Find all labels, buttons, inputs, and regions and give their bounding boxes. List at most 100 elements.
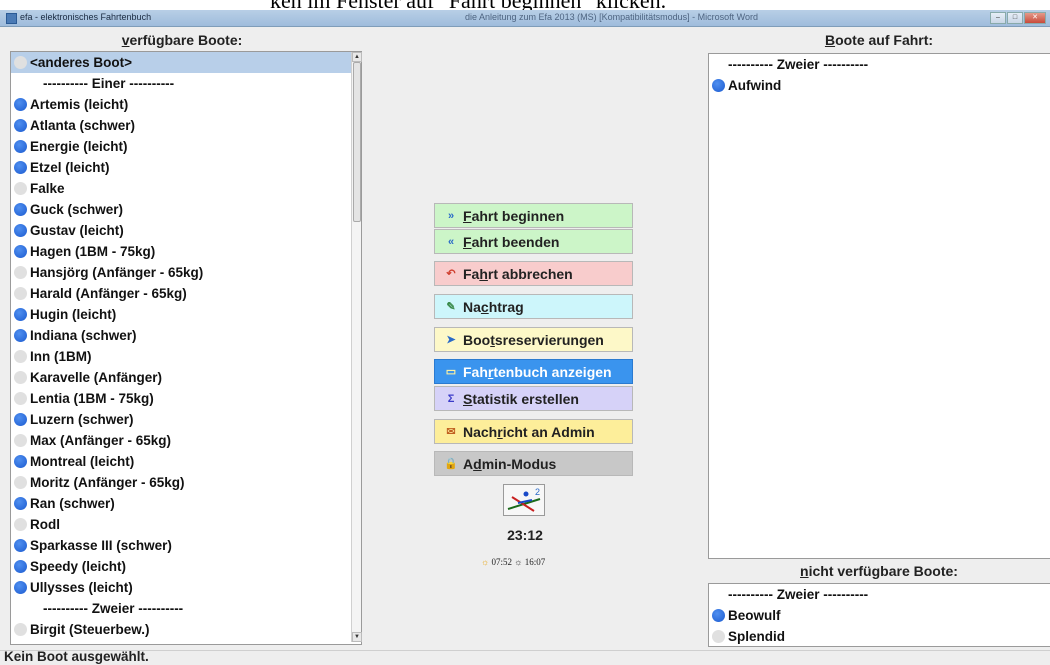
- app-icon: [6, 13, 17, 24]
- unavailable-boats-header: nicht verfügbare Boote:: [708, 563, 1050, 579]
- boat-label: Birgit (Steuerbew.): [30, 622, 150, 637]
- reservations-button[interactable]: ➤ Bootsreservierungen: [434, 327, 633, 352]
- boat-list-item[interactable]: Beowulf: [709, 605, 1050, 626]
- window-titlebar[interactable]: efa - elektronisches Fahrtenbuch die Anl…: [0, 10, 1050, 27]
- boat-list-item[interactable]: Splendid: [709, 626, 1050, 646]
- boat-list-item[interactable]: Luzern (schwer): [11, 409, 361, 430]
- button-label-suffix: htrag: [488, 298, 524, 315]
- boat-label: ---------- Einer ----------: [43, 76, 175, 91]
- sunset-icon: ☼: [514, 557, 523, 567]
- button-label: Fahrt beenden: [463, 234, 559, 250]
- message-admin-button[interactable]: ✉ Nachricht an Admin: [434, 419, 633, 444]
- boat-list-item[interactable]: Lentia (1BM - 75kg): [11, 388, 361, 409]
- boat-label: Hugin (leicht): [30, 307, 117, 322]
- button-label-suffix: sreservierungen: [494, 331, 604, 348]
- boat-available-dot-icon: [14, 161, 27, 174]
- boat-available-dot-icon: [14, 119, 27, 132]
- scroll-down-icon[interactable]: ▼: [352, 632, 362, 642]
- boat-available-dot-icon: [14, 455, 27, 468]
- boat-list-item[interactable]: Atlanta (schwer): [11, 115, 361, 136]
- boat-status-dot-icon: [14, 182, 27, 195]
- envelope-icon: ✉: [446, 426, 456, 438]
- abort-trip-button[interactable]: ↶ Fahrt abbrechen: [434, 261, 633, 286]
- status-text: Kein Boot ausgewählt.: [4, 649, 149, 664]
- maximize-icon[interactable]: □: [1007, 12, 1023, 24]
- boat-list-item[interactable]: Karavelle (Anfänger): [11, 367, 361, 388]
- boat-list-item[interactable]: Falke: [11, 178, 361, 199]
- statistics-button[interactable]: Σ Statistik erstellen: [434, 386, 633, 411]
- boat-list-item[interactable]: <anderes Boot>: [11, 52, 361, 73]
- unavailable-boats-list[interactable]: ---------- Zweier ---------- Beowulf Splen…: [708, 583, 1050, 647]
- boat-label: Gustav (leicht): [30, 223, 124, 238]
- boat-list-item[interactable]: Indiana (schwer): [11, 325, 361, 346]
- boat-list-item[interactable]: Sparkasse III (schwer): [11, 535, 361, 556]
- boat-status-dot-icon: [14, 371, 27, 384]
- close-icon[interactable]: ✕: [1024, 12, 1046, 24]
- boat-available-dot-icon: [712, 609, 725, 622]
- boat-available-dot-icon: [14, 140, 27, 153]
- sigma-icon: Σ: [447, 392, 455, 405]
- button-label-mnemonic: d: [473, 455, 482, 472]
- scrollbar-thumb[interactable]: [353, 62, 361, 222]
- scroll-up-icon[interactable]: ▲: [352, 52, 362, 62]
- boat-group-separator: ---------- Zweier ----------: [11, 598, 361, 619]
- unavailable-header-mnemonic: n: [800, 563, 809, 579]
- boat-group-separator: ---------- Zweier ----------: [709, 584, 1050, 605]
- button-label-mnemonic: S: [463, 390, 473, 407]
- show-logbook-button[interactable]: ▭ Fahrtenbuch anzeigen: [434, 359, 633, 384]
- boat-list-item[interactable]: Max (Anfänger - 65kg): [11, 430, 361, 451]
- boat-available-dot-icon: [14, 98, 27, 111]
- boat-list-item[interactable]: Ullysses (leicht): [11, 577, 361, 598]
- sun-times: ☼ 07:52 ☼ 16:07: [481, 557, 545, 567]
- boat-label: Moritz (Anfänger - 65kg): [30, 475, 185, 490]
- button-label-prefix: Boo: [463, 331, 491, 348]
- boat-list-item[interactable]: Hagen (1BM - 75kg): [11, 241, 361, 262]
- clock: 23:12: [507, 527, 543, 543]
- boat-available-dot-icon: [14, 308, 27, 321]
- boat-list-item[interactable]: Hansjörg (Anfänger - 65kg): [11, 262, 361, 283]
- end-trip-button[interactable]: « Fahrt beenden: [434, 229, 633, 254]
- boat-available-dot-icon: [14, 581, 27, 594]
- boats-on-trip-list[interactable]: ---------- Zweier ---------- Aufwind: [708, 53, 1050, 559]
- button-label-prefix: Fah: [463, 363, 488, 380]
- boat-label: Guck (schwer): [30, 202, 124, 217]
- boat-list-item[interactable]: Moritz (Anfänger - 65kg): [11, 472, 361, 493]
- boat-list-item[interactable]: Speedy (leicht): [11, 556, 361, 577]
- minimize-icon[interactable]: –: [990, 12, 1006, 24]
- boat-list-item[interactable]: Montreal (leicht): [11, 451, 361, 472]
- sunset-time: 16:07: [524, 557, 546, 567]
- boat-list-item[interactable]: Aufwind: [709, 75, 1050, 96]
- svg-text:2: 2: [535, 487, 540, 497]
- boat-available-dot-icon: [14, 560, 27, 573]
- boat-list-item[interactable]: Harald (Anfänger - 65kg): [11, 283, 361, 304]
- button-label: Statistik erstellen: [463, 391, 579, 407]
- button-label-suffix: min-Modus: [481, 455, 557, 472]
- boat-list-item[interactable]: Birgit (Steuerbew.): [11, 619, 361, 640]
- available-list-scrollbar[interactable]: ▲ ▼: [351, 52, 362, 642]
- boat-list-item[interactable]: Gustav (leicht): [11, 220, 361, 241]
- background-window-title: die Anleitung zum Efa 2013 (MS) [Kompati…: [465, 12, 758, 22]
- boat-label: Hansjörg (Anfänger - 65kg): [30, 265, 204, 280]
- button-label-prefix: Fa: [463, 265, 480, 282]
- efa-logo[interactable]: 2: [503, 484, 545, 516]
- lock-icon: 🔒: [444, 458, 458, 470]
- boat-available-dot-icon: [14, 245, 27, 258]
- available-boats-list[interactable]: <anderes Boot> ---------- Einer ---------…: [10, 51, 362, 645]
- boat-list-item[interactable]: Rodl: [11, 514, 361, 535]
- button-label: Fahrtenbuch anzeigen: [463, 364, 612, 380]
- boat-list-item[interactable]: Etzel (leicht): [11, 157, 361, 178]
- boat-available-dot-icon: [14, 224, 27, 237]
- boat-list-item[interactable]: Ran (schwer): [11, 493, 361, 514]
- boat-list-item[interactable]: Guck (schwer): [11, 199, 361, 220]
- boat-group-separator: ---------- Zweier ----------: [709, 54, 1050, 75]
- boat-status-dot-icon: [14, 623, 27, 636]
- boat-list-item[interactable]: Inn (1BM): [11, 346, 361, 367]
- boat-label: ---------- Zweier ----------: [43, 601, 184, 616]
- button-label-mnemonic: F: [463, 233, 472, 250]
- start-trip-button[interactable]: » Fahrt beginnen: [434, 203, 633, 228]
- boat-list-item[interactable]: Hugin (leicht): [11, 304, 361, 325]
- admin-mode-button[interactable]: 🔒 Admin-Modus: [434, 451, 633, 476]
- boat-list-item[interactable]: Artemis (leicht): [11, 94, 361, 115]
- late-entry-button[interactable]: ✎ Nachtrag: [434, 294, 633, 319]
- boat-list-item[interactable]: Energie (leicht): [11, 136, 361, 157]
